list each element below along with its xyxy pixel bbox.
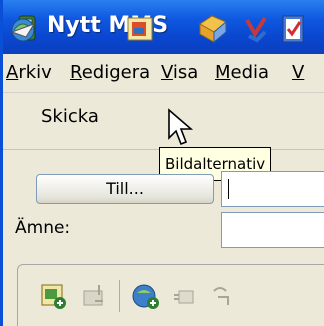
menu-more[interactable]: V	[292, 62, 304, 83]
to-field[interactable]	[221, 171, 324, 207]
subject-label: Ämne:	[15, 218, 71, 238]
title-bar[interactable]: Nytt MMS	[3, 0, 324, 54]
insert-sound-icon[interactable]	[131, 281, 159, 311]
send-button[interactable]: Skicka	[41, 106, 99, 127]
attach-icon[interactable]	[196, 10, 230, 46]
to-button[interactable]: Till...	[36, 174, 214, 204]
mms-window: Nytt MMS Arkiv Redigera Visa Media V Ski…	[0, 0, 324, 326]
menu-bar: Arkiv Redigera Visa Media V	[3, 54, 324, 93]
check-icon[interactable]	[280, 10, 306, 46]
menu-media[interactable]: Media	[215, 62, 269, 83]
spellcheck-icon[interactable]	[243, 10, 269, 46]
slide-remove-icon[interactable]	[208, 281, 234, 311]
text-caret	[228, 179, 229, 199]
subject-field[interactable]	[221, 212, 324, 248]
menu-redigera[interactable]: Redigera	[70, 62, 150, 83]
menu-arkiv[interactable]: Arkiv	[6, 62, 52, 83]
menu-visa[interactable]: Visa	[161, 62, 198, 83]
slide-add-icon[interactable]	[171, 281, 197, 311]
insert-image-disabled-icon[interactable]	[81, 281, 107, 311]
send-icon[interactable]	[9, 10, 37, 46]
image-options-icon[interactable]	[126, 10, 156, 46]
toolbar-separator	[119, 280, 120, 312]
mouse-cursor-icon	[168, 108, 193, 146]
insert-image-icon[interactable]	[39, 281, 67, 311]
